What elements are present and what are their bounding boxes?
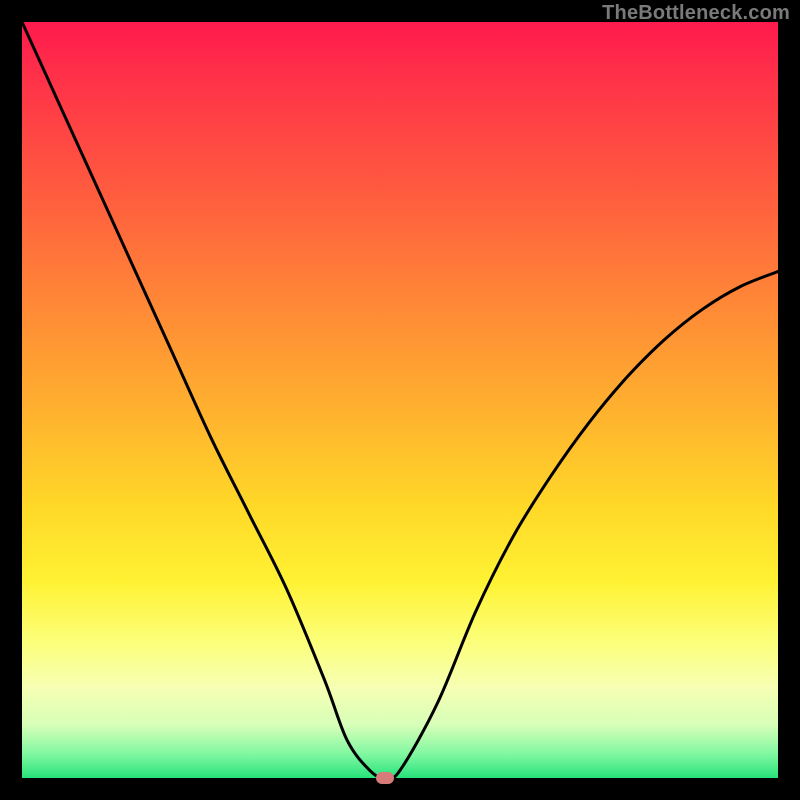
chart-plot-area xyxy=(22,22,778,778)
minimum-marker xyxy=(376,772,394,784)
